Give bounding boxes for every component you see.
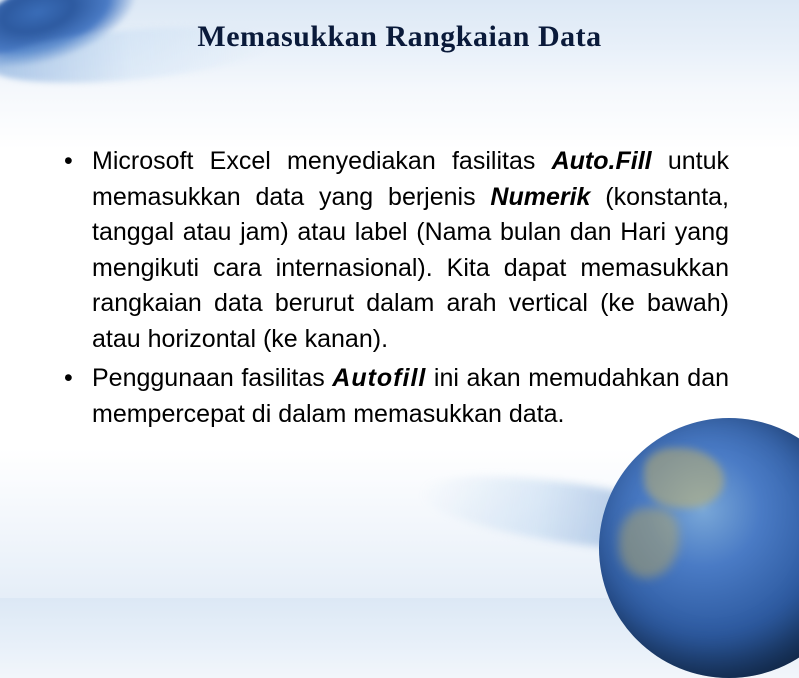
slide-body: Microsoft Excel menyediakan fasilitas Au… (0, 54, 799, 432)
bullet-item: Microsoft Excel menyediakan fasilitas Au… (58, 144, 729, 357)
bullet-text: Microsoft Excel menyediakan fasilitas (92, 147, 552, 175)
decorative-globe (599, 418, 799, 678)
bullet-list: Microsoft Excel menyediakan fasilitas Au… (58, 144, 729, 432)
emphasis-numerik: Numerik (490, 183, 590, 211)
slide-title: Memasukkan Rangkaian Data (0, 0, 799, 54)
bullet-item: Penggunaan fasilitas Autofill ini akan m… (58, 361, 729, 432)
emphasis-autofill: Auto.Fill (552, 147, 652, 175)
emphasis-autofill-2: Autofill (332, 364, 426, 392)
bullet-text: Penggunaan fasilitas (92, 364, 332, 392)
